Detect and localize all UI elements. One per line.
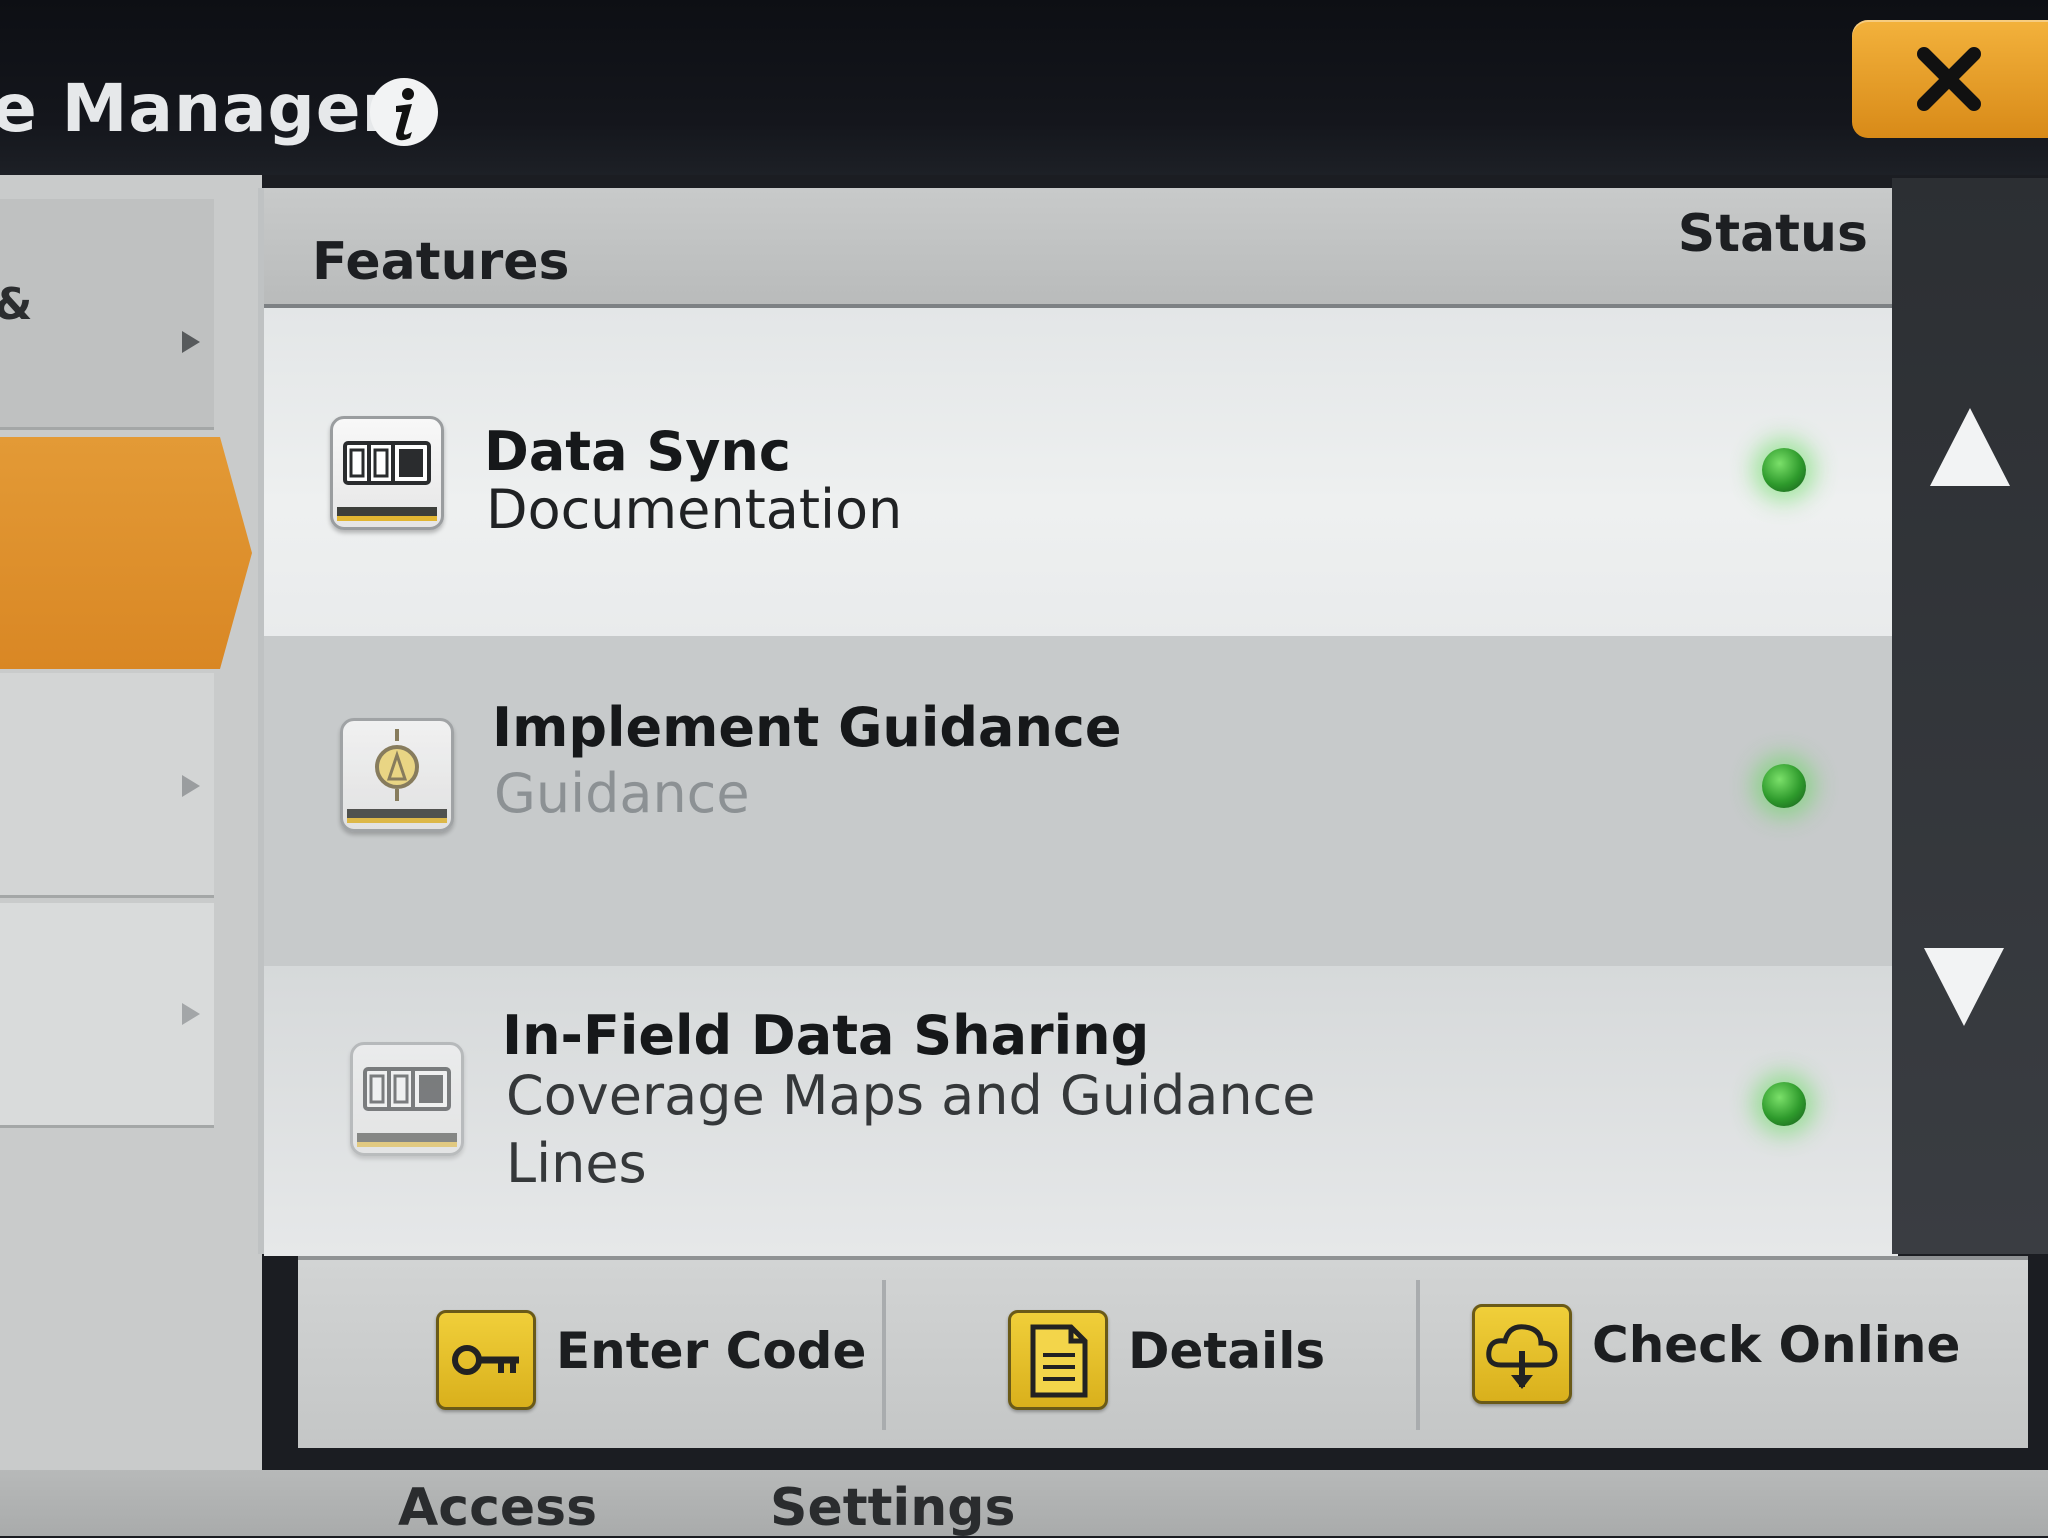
feature-name: Data Sync	[484, 420, 791, 483]
left-navigation: &	[0, 175, 262, 1475]
feature-description: Documentation	[486, 478, 903, 541]
title-bar: e Manager	[0, 0, 2048, 175]
nav-item-1[interactable]: &	[0, 199, 214, 430]
enter-code-label: Enter Code	[556, 1322, 867, 1380]
enter-code-button[interactable]: Enter Code	[298, 1260, 880, 1448]
scroll-up-arrow-icon[interactable]	[1930, 408, 2010, 486]
info-icon[interactable]	[366, 74, 442, 150]
details-label: Details	[1128, 1322, 1326, 1380]
check-online-label: Check Online	[1592, 1316, 1961, 1374]
close-icon	[1917, 47, 1981, 111]
tab-access[interactable]: Access	[398, 1478, 597, 1538]
footer-button-bar: Enter Code Details Check Online	[298, 1256, 2028, 1448]
page-title: e Manager	[0, 70, 396, 147]
counter-icon	[350, 1042, 464, 1156]
feature-description: Guidance	[494, 762, 750, 825]
scroll-down-arrow-icon[interactable]	[1924, 948, 2004, 1026]
chevron-right-icon	[182, 331, 200, 353]
cloud-download-icon	[1472, 1304, 1572, 1404]
column-header-status: Status	[1677, 204, 1868, 264]
feature-row-in-field-data-sharing[interactable]: In-Field Data Sharing Coverage Maps and …	[264, 966, 1898, 1256]
close-button[interactable]	[1852, 20, 2048, 138]
scroll-column	[1892, 178, 2048, 1254]
document-icon	[1008, 1310, 1108, 1410]
check-online-button[interactable]: Check Online	[1422, 1260, 2022, 1448]
footer-divider	[1416, 1280, 1420, 1430]
table-header: Features Status	[264, 188, 1898, 308]
status-indicator-green-icon	[1762, 1082, 1806, 1126]
implement-guidance-icon	[340, 718, 454, 832]
nav-item-4[interactable]	[0, 903, 214, 1128]
status-indicator-green-icon	[1762, 764, 1806, 808]
feature-row-data-sync[interactable]: Data Sync Documentation	[264, 308, 1898, 636]
feature-description: Coverage Maps and Guidance Lines	[506, 1064, 1316, 1195]
status-indicator-green-icon	[1762, 448, 1806, 492]
details-button[interactable]: Details	[888, 1260, 1416, 1448]
footer-divider	[882, 1280, 886, 1430]
counter-icon	[330, 416, 444, 530]
key-icon	[436, 1310, 536, 1410]
tab-settings[interactable]: Settings	[770, 1478, 1015, 1538]
chevron-right-icon	[182, 775, 200, 797]
nav-item-3[interactable]	[0, 673, 214, 898]
column-header-features: Features	[312, 232, 570, 292]
features-panel: Features Status Data Sync Documentation	[258, 188, 1898, 1256]
nav-item-label: &	[0, 279, 32, 330]
feature-name: Implement Guidance	[492, 696, 1122, 759]
nav-item-selected[interactable]	[0, 437, 252, 669]
chevron-right-icon	[182, 1003, 200, 1025]
feature-row-implement-guidance[interactable]: Implement Guidance Guidance	[264, 636, 1898, 966]
feature-name: In-Field Data Sharing	[502, 1004, 1150, 1067]
bottom-tab-strip: Access Settings	[0, 1470, 2048, 1538]
